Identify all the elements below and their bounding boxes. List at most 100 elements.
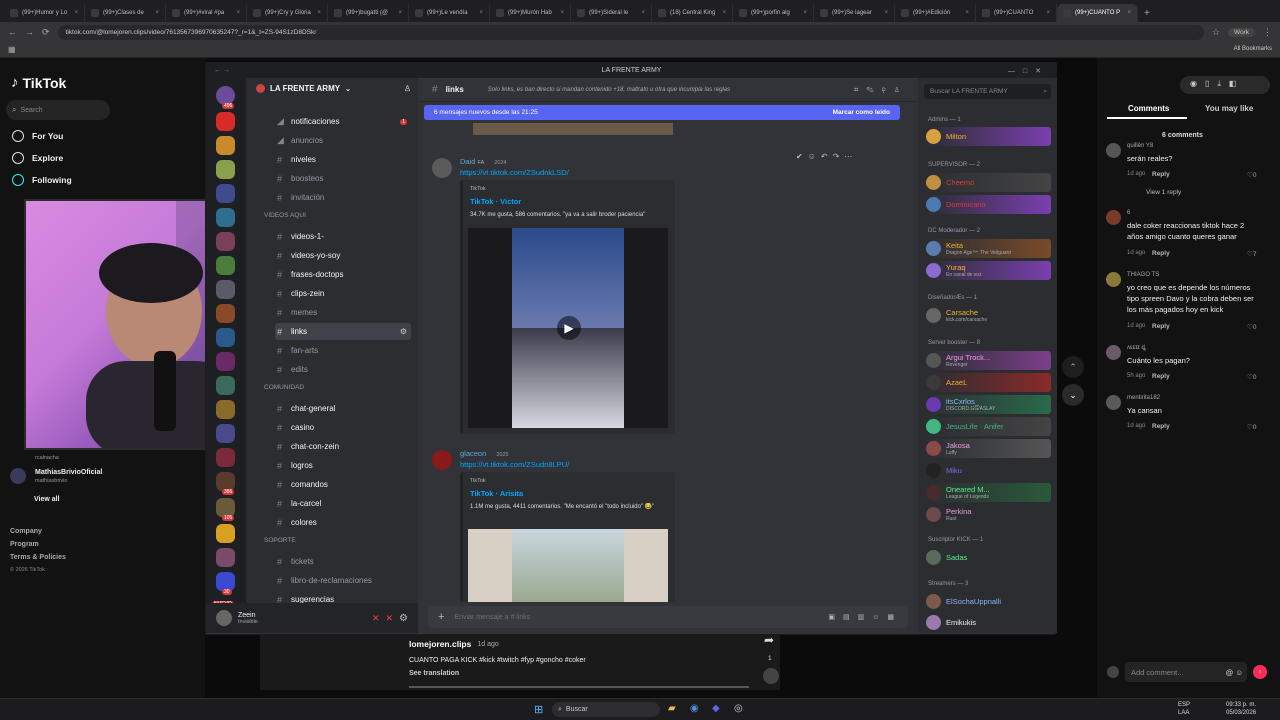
channel-logros[interactable]: # logros [275,457,411,474]
server-icon[interactable] [216,548,235,567]
like-button[interactable]: ♡7 [1247,250,1256,258]
member-row[interactable]: Perkina Rust [926,505,1051,524]
channel-colores[interactable]: # colores [275,514,411,531]
user-info[interactable]: Zeein Invisible [238,612,258,625]
deafen-icon[interactable]: ✕ [385,613,393,624]
member-row[interactable]: Milton [926,127,1051,146]
server-icon[interactable] [216,352,235,371]
category-soporte[interactable]: SOPORTE [264,537,296,544]
back-icon[interactable]: ← [8,27,17,37]
channel-la-carcel[interactable]: # la-carcel [275,495,411,512]
mention-icon[interactable]: @ ☺ [1226,668,1243,677]
video-progress-bar[interactable] [409,686,749,688]
mute-icon[interactable]: ✕ [372,613,380,624]
browser-tab[interactable]: (99+)bugatti (@ × [328,4,409,22]
browser-tab[interactable]: (18) Central King × [652,4,733,22]
user-avatar[interactable] [432,158,452,178]
see-translation-link[interactable]: See translation [409,670,459,677]
browser-tab[interactable]: (99+)#viral #pa × [166,4,247,22]
member-row[interactable]: Miku [926,461,1051,480]
member-row[interactable]: AzaeL [926,373,1051,392]
browser-tab[interactable]: (99+)Humor y Lo × [4,4,85,22]
browser-tab[interactable]: (99+)#Edición × [895,4,976,22]
embed-title[interactable]: TikTok · Victor [470,197,521,206]
close-icon[interactable]: × [965,10,969,16]
server-icon[interactable] [216,232,235,251]
browser-tab[interactable]: (99+)Clases de × [85,4,166,22]
channel-chat-con-zein[interactable]: # chat-con-zein [275,438,411,455]
channel-edits[interactable]: # edits [275,361,411,378]
comment-user[interactable]: 6 [1127,210,1130,216]
browser-tab[interactable]: (99+)Se lagear × [814,4,895,22]
message-composer[interactable]: + Enviar mensaje a # links ▣▤▥☺▦ [428,606,908,628]
browser-tab[interactable]: (99+)Le vendía × [409,4,490,22]
server-icon[interactable] [216,524,235,543]
message-link[interactable]: https://vt.tiktok.com/ZSudnkLSD/ [460,168,569,177]
category-videos[interactable]: VIDEOS AQUI [264,212,306,219]
comment-avatar[interactable] [1106,210,1121,225]
channel-fan-arts[interactable]: # fan-arts [275,342,411,359]
like-button[interactable]: ♡0 [1247,373,1256,381]
next-video-button[interactable]: ⌄ [1062,384,1084,406]
comment-user[interactable]: mentirita182 [1127,395,1160,401]
server-icon[interactable] [216,136,235,155]
close-icon[interactable]: × [317,10,321,16]
apps-icon[interactable]: ▦ [8,45,16,54]
close-icon[interactable]: × [560,10,564,16]
embed-title[interactable]: TikTok · Arisita [470,489,523,498]
music-disc-icon[interactable] [763,668,779,684]
close-icon[interactable]: × [155,10,159,16]
browser-tab[interactable]: (99+)Cry y Gloria × [247,4,328,22]
member-row[interactable]: Jakosa Luffy [926,439,1051,458]
window-controls[interactable]: —□✕ [1008,67,1049,75]
message-author[interactable]: glaceon 2025 [460,449,509,458]
add-attachment-icon[interactable]: + [438,611,444,623]
member-row[interactable]: Argui Trock... Revenger [926,351,1051,370]
server-icon[interactable] [216,256,235,275]
server-icon[interactable] [216,328,235,347]
member-row[interactable]: ElSochaUppnalli [926,592,1051,611]
comment-user[interactable]: quillén Y8 [1127,143,1153,149]
member-row[interactable]: Keita Dragon Age™: The Veilguard [926,239,1051,258]
channel-videos-1[interactable]: # videos-1- [275,228,411,245]
prev-video-button[interactable]: ⌃ [1062,356,1084,378]
footer-program[interactable]: Program [10,541,39,548]
member-row[interactable]: Carsache kick.com/carsache [926,306,1051,325]
comment-avatar[interactable] [1106,143,1121,158]
star-icon[interactable]: ☆ [1212,27,1220,38]
comment-user[interactable]: ʌɛɛɪɪ ȡ [1127,345,1146,351]
channel-notificaciones[interactable]: ◢ notificaciones 1 [275,113,411,130]
header-action-icons[interactable]: ⌗✎⚲♙ [854,85,908,95]
composer-tools[interactable]: ▣▤▥☺▦ [828,613,902,621]
channel-tickets[interactable]: # tickets [275,553,411,570]
close-icon[interactable]: × [641,10,645,16]
message-link[interactable]: https://vt.tiktok.com/ZSudn8LPU/ [460,460,569,469]
new-tab-icon[interactable]: + [1144,8,1150,19]
all-bookmarks[interactable]: All Bookmarks [1234,46,1272,52]
server-icon-active[interactable] [216,112,235,131]
view-all-link[interactable]: View all [34,496,60,503]
user-settings-icon[interactable]: ⚙ [399,613,408,624]
url-field[interactable]: tiktok.com/@lomejoren.clips/video/761356… [57,24,1204,40]
tiktok-search-input[interactable]: ⌕ Search [6,100,110,120]
clock[interactable]: 09:33 p. m. 05/03/2026 [1226,701,1256,717]
close-icon[interactable]: × [1046,10,1050,16]
server-icon[interactable] [216,184,235,203]
channel-niveles[interactable]: # niveles [275,151,411,168]
explorer-icon[interactable]: ▰ [668,703,676,714]
channel-comandos[interactable]: # comandos [275,476,411,493]
server-icon[interactable] [216,304,235,323]
discord-icon[interactable]: ◆ [712,703,720,714]
server-icon[interactable] [216,160,235,179]
server-icon[interactable] [216,424,235,443]
reply-button[interactable]: Reply [1152,423,1170,430]
browser-tab[interactable]: (99+)Murón Hab × [490,4,571,22]
add-comment-input[interactable]: Add comment... @ ☺ [1125,662,1247,682]
app-icon[interactable]: ◎ [734,703,743,714]
close-icon[interactable]: × [722,10,726,16]
start-icon[interactable]: ⊞ [534,703,543,716]
reply-button[interactable]: Reply [1152,373,1170,380]
user-avatar[interactable] [216,610,232,626]
browser-tab[interactable]: (99+)Sideral le × [571,4,652,22]
video-author[interactable]: lomejoren.clips [409,639,471,649]
